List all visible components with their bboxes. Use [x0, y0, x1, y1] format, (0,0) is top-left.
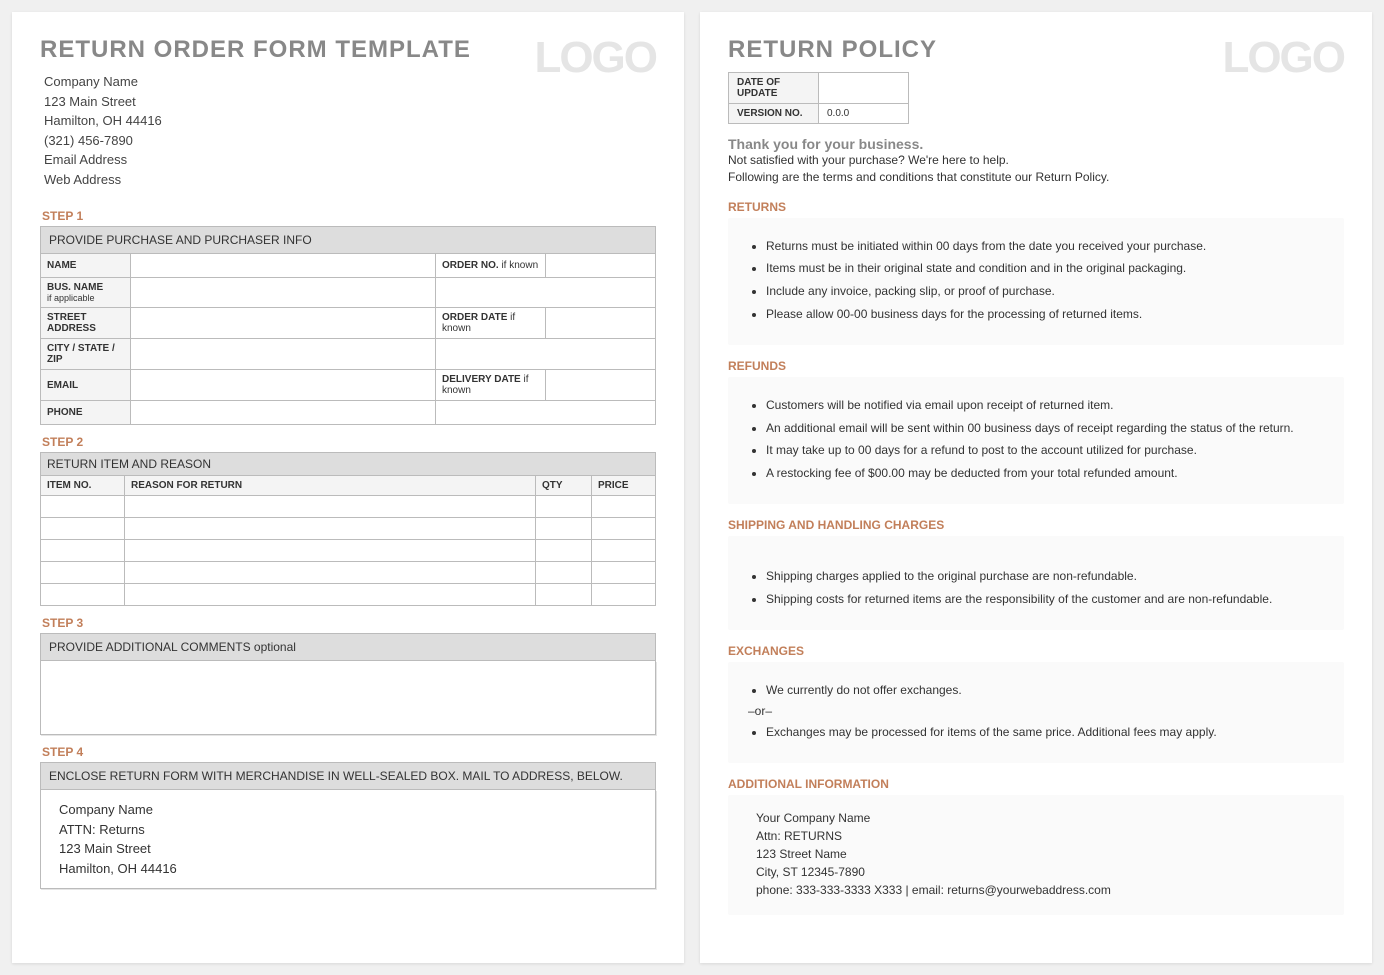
company-name: Company Name [44, 72, 471, 92]
shipping-box: Shipping charges applied to the original… [728, 536, 1344, 630]
col-qty: QTY [536, 476, 592, 496]
addl-info-box: Your Company Name Attn: RETURNS 123 Stre… [728, 795, 1344, 915]
version-no-label: VERSION NO. [729, 104, 819, 124]
step-1-banner: PROVIDE PURCHASE AND PURCHASER INFO [41, 227, 656, 254]
company-web: Web Address [44, 170, 471, 190]
step-3-banner: PROVIDE ADDITIONAL COMMENTS optional [41, 634, 656, 661]
step-4-banner: ENCLOSE RETURN FORM WITH MERCHANDISE IN … [41, 763, 656, 790]
date-of-update-label: DATE OF UPDATE [729, 73, 819, 104]
exchanges-or: –or– [748, 704, 1328, 718]
delivery-date-input[interactable] [546, 370, 656, 401]
returns-item: Include any invoice, packing slip, or pr… [766, 283, 1328, 300]
logo-placeholder: LOGO [1222, 36, 1344, 80]
logo-placeholder: LOGO [534, 36, 656, 80]
document-container: RETURN ORDER FORM TEMPLATE Company Name … [12, 12, 1372, 963]
policy-title: RETURN POLICY [728, 36, 937, 64]
company-citystate: Hamilton, OH 44416 [44, 111, 471, 131]
exchanges-item: We currently do not offer exchanges. [766, 682, 1328, 699]
return-items-table: RETURN ITEM AND REASON ITEM NO. REASON F… [40, 452, 656, 606]
delivery-date-label: DELIVERY DATE if known [436, 370, 546, 401]
email-label: EMAIL [41, 370, 131, 401]
refunds-item: An additional email will be sent within … [766, 420, 1328, 437]
comments-header: PROVIDE ADDITIONAL COMMENTS optional [40, 633, 656, 661]
purchaser-info-table: PROVIDE PURCHASE AND PURCHASER INFO NAME… [40, 226, 656, 425]
step-1-label: STEP 1 [42, 209, 656, 223]
csz-input[interactable] [131, 339, 436, 370]
date-of-update-value [819, 73, 909, 104]
refunds-item: Customers will be notified via email upo… [766, 397, 1328, 414]
refunds-item: It may take up to 00 days for a refund t… [766, 442, 1328, 459]
phone-label: PHONE [41, 401, 131, 425]
bus-spacer [436, 278, 656, 308]
mail-street: 123 Main Street [59, 839, 637, 859]
returns-item: Please allow 00-00 business days for the… [766, 306, 1328, 323]
refunds-box: Customers will be notified via email upo… [728, 377, 1344, 504]
order-no-input[interactable] [546, 254, 656, 278]
csz-spacer [436, 339, 656, 370]
order-date-label: ORDER DATE if known [436, 308, 546, 339]
name-input[interactable] [131, 254, 436, 278]
col-reason: REASON FOR RETURN [125, 476, 536, 496]
phone-spacer [436, 401, 656, 425]
return-policy-page: RETURN POLICY DATE OF UPDATE VERSION NO.… [700, 12, 1372, 963]
email-input[interactable] [131, 370, 436, 401]
csz-label: CITY / STATE / ZIP [41, 339, 131, 370]
returns-item: Returns must be initiated within 00 days… [766, 238, 1328, 255]
addl-info-heading: ADDITIONAL INFORMATION [728, 777, 1344, 791]
intro-text: Not satisfied with your purchase? We're … [728, 152, 1344, 186]
col-price: PRICE [592, 476, 656, 496]
version-no-value: 0.0.0 [819, 104, 909, 124]
exchanges-item: Exchanges may be processed for items of … [766, 724, 1328, 741]
mail-header: ENCLOSE RETURN FORM WITH MERCHANDISE IN … [40, 762, 656, 790]
shipping-item: Shipping charges applied to the original… [766, 568, 1328, 585]
phone-input[interactable] [131, 401, 436, 425]
order-no-label: ORDER NO. if known [436, 254, 546, 278]
shipping-heading: SHIPPING AND HANDLING CHARGES [728, 518, 1344, 532]
bus-name-label: BUS. NAMEif applicable [41, 278, 131, 308]
refunds-heading: REFUNDS [728, 359, 1344, 373]
policy-meta-table: DATE OF UPDATE VERSION NO. 0.0.0 [728, 72, 909, 124]
shipping-item: Shipping costs for returned items are th… [766, 591, 1328, 608]
addl-line: phone: 333-333-3333 X333 | email: return… [756, 881, 1328, 899]
company-block: Company Name 123 Main Street Hamilton, O… [44, 72, 471, 189]
exchanges-box: We currently do not offer exchanges. –or… [728, 662, 1344, 764]
step-2-label: STEP 2 [42, 435, 656, 449]
item-row[interactable] [41, 562, 656, 584]
return-order-form-page: RETURN ORDER FORM TEMPLATE Company Name … [12, 12, 684, 963]
returns-item: Items must be in their original state an… [766, 260, 1328, 277]
returns-heading: RETURNS [728, 200, 1344, 214]
addl-line: Attn: RETURNS [756, 827, 1328, 845]
order-date-input[interactable] [546, 308, 656, 339]
step-2-banner: RETURN ITEM AND REASON [41, 453, 656, 476]
company-email: Email Address [44, 150, 471, 170]
returns-box: Returns must be initiated within 00 days… [728, 218, 1344, 345]
mail-csz: Hamilton, OH 44416 [59, 859, 637, 879]
bus-name-input[interactable] [131, 278, 436, 308]
comments-input[interactable] [40, 661, 656, 735]
company-phone: (321) 456-7890 [44, 131, 471, 151]
addl-line: 123 Street Name [756, 845, 1328, 863]
item-row[interactable] [41, 518, 656, 540]
thanks-text: Thank you for your business. [728, 136, 1344, 152]
street-address-label: STREET ADDRESS [41, 308, 131, 339]
step-4-label: STEP 4 [42, 745, 656, 759]
item-row[interactable] [41, 496, 656, 518]
refunds-item: A restocking fee of $00.00 may be deduct… [766, 465, 1328, 482]
street-address-input[interactable] [131, 308, 436, 339]
company-street: 123 Main Street [44, 92, 471, 112]
name-label: NAME [41, 254, 131, 278]
addl-line: City, ST 12345-7890 [756, 863, 1328, 881]
mail-address-box: Company Name ATTN: Returns 123 Main Stre… [40, 790, 656, 889]
col-item-no: ITEM NO. [41, 476, 125, 496]
page-title: RETURN ORDER FORM TEMPLATE [40, 36, 471, 64]
exchanges-heading: EXCHANGES [728, 644, 1344, 658]
mail-name: Company Name [59, 800, 637, 820]
item-row[interactable] [41, 584, 656, 606]
item-row[interactable] [41, 540, 656, 562]
mail-attn: ATTN: Returns [59, 820, 637, 840]
step-3-label: STEP 3 [42, 616, 656, 630]
addl-line: Your Company Name [756, 809, 1328, 827]
